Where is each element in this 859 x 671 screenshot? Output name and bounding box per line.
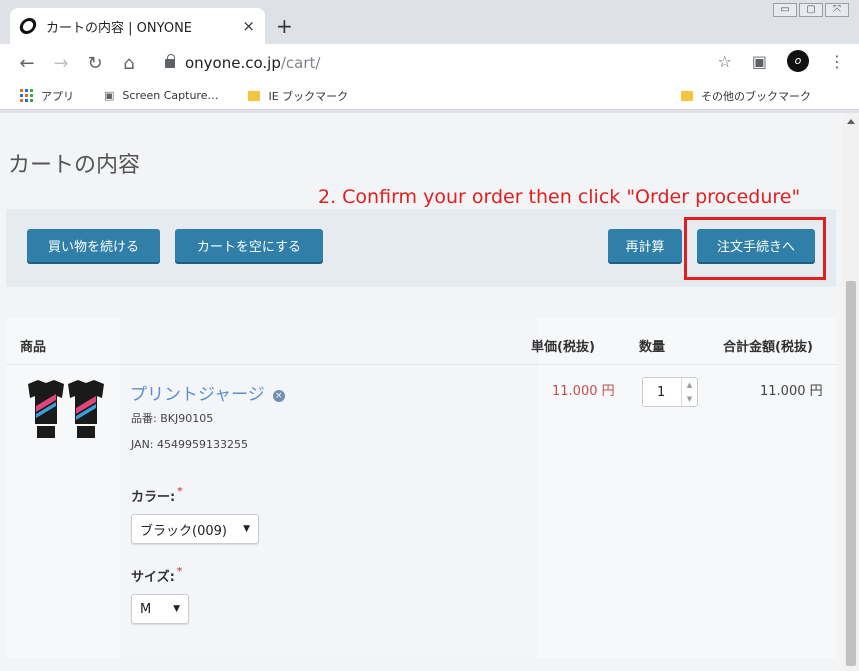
color-option-label: カラー: * <box>131 486 182 505</box>
color-select-value: ブラック(009) <box>140 523 227 539</box>
header-quantity: 数量 <box>639 340 666 355</box>
menu-kebab-icon[interactable]: ⋮ <box>829 52 845 71</box>
tab-close-icon[interactable]: × <box>242 17 255 35</box>
camera-icon: ▣ <box>104 89 115 102</box>
bookmark-apps[interactable]: アプリ <box>20 88 74 104</box>
bookmark-other-label: その他のブックマーク <box>701 89 811 103</box>
product-name[interactable]: プリントジャージ <box>130 385 265 405</box>
close-window-button[interactable]: ⤧ <box>825 3 849 17</box>
continue-shopping-button[interactable]: 買い物を続ける <box>27 229 160 262</box>
instruction-annotation: 2. Confirm your order then click "Order … <box>318 186 801 208</box>
lock-icon <box>165 53 175 68</box>
quantity-stepper[interactable]: 1 ▲ ▼ <box>642 377 698 407</box>
size-label: サイズ: <box>131 570 175 585</box>
back-arrow-icon[interactable]: ← <box>10 53 44 74</box>
header-product: 商品 <box>20 340 47 355</box>
onyone-logo-icon <box>18 18 38 34</box>
folder-icon <box>248 90 261 101</box>
bookmark-screen-capture-label: Screen Capture… <box>122 89 219 102</box>
size-option-label: サイズ: * <box>131 566 182 585</box>
cart-table: 商品 単価(税抜) 数量 合計金額(税抜) プリントジャージ × 品番: BKJ9… <box>6 318 836 658</box>
url-host: onyone.co.jp <box>185 54 281 72</box>
header-total: 合計金額(税抜) <box>723 340 813 355</box>
scrollbar-thumb[interactable] <box>846 281 856 666</box>
browser-chrome: ▭ ▢ ⤧ カートの内容 | ONYONE × + ← → ↻ ⌂ onyone… <box>0 0 859 113</box>
profile-avatar[interactable]: o <box>787 50 809 72</box>
jersey-front-image <box>28 380 64 438</box>
product-name-link[interactable]: プリントジャージ × <box>130 380 285 405</box>
jersey-back-image <box>68 380 104 438</box>
bookmark-ie-folder[interactable]: IE ブックマーク <box>248 88 348 104</box>
new-tab-button[interactable]: + <box>276 14 293 38</box>
order-button-highlight <box>684 217 826 280</box>
bookmark-other-folder[interactable]: その他のブックマーク <box>681 88 811 104</box>
url-path: /cart/ <box>280 54 321 72</box>
bookmark-apps-label: アプリ <box>41 89 74 103</box>
line-total: 11.000 円 <box>760 384 823 399</box>
quantity-spinner[interactable]: ▲ ▼ <box>681 378 697 406</box>
maximize-button[interactable]: ▢ <box>799 3 823 17</box>
apps-grid-icon <box>20 89 33 102</box>
product-jan: JAN: 4549959133255 <box>131 438 248 451</box>
tab-title: カートの内容 | ONYONE <box>46 20 193 36</box>
reload-icon[interactable]: ↻ <box>78 53 112 74</box>
bookmarks-bar: アプリ ▣ Screen Capture… IE ブックマーク その他のブックマ… <box>0 82 859 110</box>
chevron-down-icon: ▼ <box>173 604 180 614</box>
window-controls: ▭ ▢ ⤧ <box>773 3 849 17</box>
unit-price: 11.000 円 <box>552 384 615 399</box>
empty-cart-button[interactable]: カートを空にする <box>175 229 323 262</box>
scroll-up-arrow-icon[interactable] <box>847 119 855 124</box>
bookmark-ie-label: IE ブックマーク <box>268 89 349 103</box>
page-title: カートの内容 <box>8 153 141 178</box>
remove-item-icon[interactable]: × <box>272 390 285 402</box>
size-select[interactable]: M ▼ <box>131 594 189 624</box>
address-bar[interactable]: onyone.co.jp/cart/ <box>153 49 738 77</box>
home-icon[interactable]: ⌂ <box>112 53 146 74</box>
folder-icon <box>681 90 693 101</box>
product-sku: 品番: BKJ90105 <box>131 412 214 425</box>
decrement-icon[interactable]: ▼ <box>682 392 697 406</box>
page-content: カートの内容 2. Confirm your order then click … <box>0 113 859 671</box>
star-bookmark-icon[interactable]: ☆ <box>718 52 732 71</box>
chevron-down-icon: ▼ <box>243 524 250 534</box>
quantity-value[interactable]: 1 <box>657 385 665 400</box>
color-label: カラー: <box>131 490 176 505</box>
required-mark: * <box>177 486 183 497</box>
increment-icon[interactable]: ▲ <box>682 378 697 392</box>
page-scrollbar[interactable] <box>843 113 859 671</box>
recalculate-button[interactable]: 再計算 <box>608 229 682 262</box>
header-unit-price: 単価(税抜) <box>531 340 595 355</box>
product-thumbnail[interactable] <box>22 378 110 442</box>
browser-tab[interactable]: カートの内容 | ONYONE × <box>10 8 265 44</box>
bookmark-screen-capture[interactable]: ▣ Screen Capture… <box>104 89 218 102</box>
required-mark: * <box>176 566 183 577</box>
color-select[interactable]: ブラック(009) ▼ <box>131 514 259 544</box>
minimize-button[interactable]: ▭ <box>773 3 797 17</box>
camera-icon[interactable]: ▣ <box>752 52 767 71</box>
browser-toolbar: ← → ↻ ⌂ onyone.co.jp/cart/ ☆ ▣ o ⋮ <box>0 44 859 82</box>
size-select-value: M <box>140 601 152 617</box>
forward-arrow-icon[interactable]: → <box>44 53 78 74</box>
header-divider <box>6 364 836 365</box>
